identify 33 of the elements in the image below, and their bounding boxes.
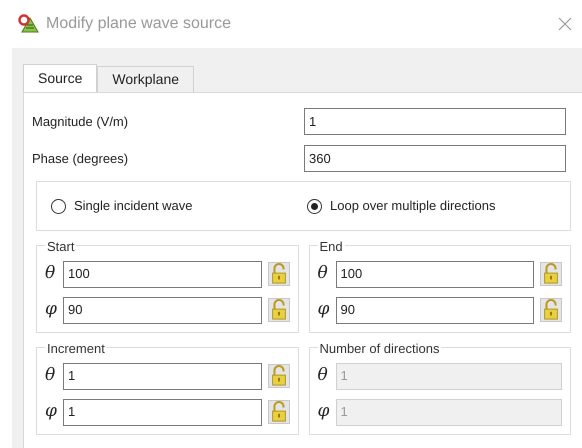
field-label: Phase (degrees) [32,150,130,168]
text-field[interactable]: 90 [63,296,262,324]
text-field[interactable]: 100 [336,260,534,288]
unlocked-padlock-icon[interactable] [268,298,290,322]
radio-button[interactable] [51,198,66,214]
unlocked-padlock-icon[interactable] [268,364,290,388]
close-icon[interactable] [558,17,572,31]
text-field[interactable]: 90 [336,296,534,324]
unlocked-padlock-icon[interactable] [540,298,562,322]
angle-symbol: φ [45,400,57,424]
angle-symbol: φ [45,298,57,322]
unlocked-padlock-icon[interactable] [540,262,562,286]
radio-option[interactable]: Loop over multiple directions [307,196,496,216]
angle-symbol: φ [318,298,330,322]
text-field[interactable]: 100 [63,260,262,288]
angle-symbol: θ [318,364,329,388]
angle-symbol: θ [318,262,329,286]
unlocked-padlock-icon[interactable] [268,262,290,286]
angle-symbol: θ [45,262,56,286]
text-field[interactable]: 1 [63,398,262,426]
app-logo-icon [18,14,40,34]
field-label: Magnitude (V/m) [32,112,130,131]
window-title: Modify plane wave source [46,14,231,34]
text-field[interactable]: 1 [63,362,262,390]
unlocked-padlock-icon[interactable] [268,400,290,424]
radio-button[interactable] [307,198,322,214]
text-field[interactable]: 1 [304,108,566,135]
text-field[interactable]: 360 [304,145,566,172]
angle-symbol: φ [318,400,330,424]
tab[interactable]: Source [23,64,98,92]
radio-option[interactable]: Single incident wave [37,196,307,216]
tab[interactable]: Workplane [97,66,194,92]
angle-symbol: θ [45,364,56,388]
